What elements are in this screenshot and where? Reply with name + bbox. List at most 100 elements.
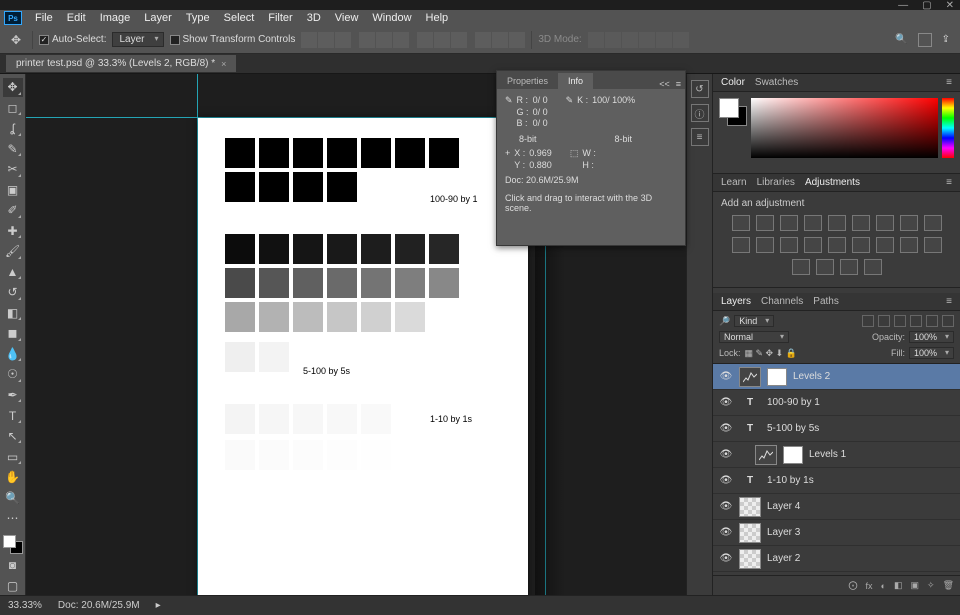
auto-select-checkbox[interactable]: ✓Auto-Select: <box>39 34 106 45</box>
edit-toolbar[interactable]: ⋯ <box>3 509 23 528</box>
panel-menu-icon[interactable]: ≡ <box>946 177 952 188</box>
tab-channels[interactable]: Channels <box>761 296 803 307</box>
search-icon[interactable]: 🔍 <box>895 34 907 45</box>
fill-value[interactable]: 100% <box>909 347 954 359</box>
layer-row[interactable]: 👁T5-100 by 5s <box>713 416 960 442</box>
shape-tool[interactable]: ▭ <box>3 447 23 466</box>
path-tool[interactable]: ↖ <box>3 427 23 446</box>
status-chevron-icon[interactable]: ▸ <box>156 600 161 611</box>
history-brush-tool[interactable]: ↺ <box>3 283 23 302</box>
tab-info[interactable]: Info <box>558 73 593 89</box>
gradient-tool[interactable]: ◼ <box>3 324 23 343</box>
visibility-icon[interactable]: 👁 <box>719 397 733 408</box>
minimize-button[interactable]: — <box>898 0 908 11</box>
menu-edit[interactable]: Edit <box>60 12 93 24</box>
menu-3d[interactable]: 3D <box>300 12 328 24</box>
menu-layer[interactable]: Layer <box>137 12 179 24</box>
brush-tool[interactable]: 🖌 <box>3 242 23 261</box>
group-icon[interactable]: ▣ <box>911 580 920 591</box>
tab-learn[interactable]: Learn <box>721 177 747 188</box>
layer-row[interactable]: 👁Levels 1 <box>713 442 960 468</box>
visibility-icon[interactable]: 👁 <box>719 501 733 512</box>
visibility-icon[interactable]: 👁 <box>719 475 733 486</box>
panel-menu-icon[interactable]: ≡ <box>676 79 681 89</box>
menu-type[interactable]: Type <box>179 12 217 24</box>
fg-bg-swatch[interactable] <box>3 535 23 554</box>
menu-image[interactable]: Image <box>93 12 138 24</box>
layers-list[interactable]: 👁Levels 2👁T100-90 by 1👁T5-100 by 5s👁Leve… <box>713 364 960 575</box>
frame-tool[interactable]: ▣ <box>3 181 23 200</box>
dock-properties-icon[interactable]: ≡ <box>691 128 709 146</box>
new-layer-icon[interactable]: ✧ <box>927 580 935 591</box>
move-tool[interactable]: ✥ <box>3 78 23 97</box>
tab-paths[interactable]: Paths <box>813 296 839 307</box>
lock-icons[interactable]: ▦ ✎ ✥ ⬇ 🔒 <box>745 348 797 359</box>
layer-mask-thumb[interactable] <box>767 368 787 386</box>
mask-icon[interactable]: ◐ <box>881 581 886 591</box>
layer-row[interactable]: 👁Layer 4 <box>713 494 960 520</box>
filter-icons[interactable] <box>862 315 954 327</box>
tab-layers[interactable]: Layers <box>721 296 751 307</box>
layer-row[interactable]: 👁Levels 2 <box>713 364 960 390</box>
dock-info-icon[interactable]: ⓘ <box>691 104 709 122</box>
workspace-icon[interactable] <box>918 33 932 47</box>
auto-select-dropdown[interactable]: Layer <box>112 32 163 47</box>
heal-tool[interactable]: ✚ <box>3 222 23 241</box>
visibility-icon[interactable]: 👁 <box>719 527 733 538</box>
maximize-button[interactable]: ▢ <box>922 0 931 11</box>
collapse-icon[interactable]: << <box>659 79 670 89</box>
layer-row[interactable]: 👁Layer 2 <box>713 546 960 572</box>
menu-view[interactable]: View <box>328 12 366 24</box>
blur-tool[interactable]: 💧 <box>3 345 23 364</box>
panel-menu-icon[interactable]: ≡ <box>946 296 952 307</box>
share-icon[interactable]: ⇪ <box>942 34 950 45</box>
quick-select-tool[interactable]: ✎ <box>3 140 23 159</box>
menu-file[interactable]: File <box>28 12 60 24</box>
eyedropper-tool[interactable]: ✐ <box>3 201 23 220</box>
visibility-icon[interactable]: 👁 <box>719 553 733 564</box>
zoom-tool[interactable]: 🔍 <box>3 488 23 507</box>
menu-select[interactable]: Select <box>217 12 262 24</box>
blend-mode-dropdown[interactable]: Normal <box>719 331 789 343</box>
lasso-tool[interactable]: ʆ <box>3 119 23 138</box>
menu-filter[interactable]: Filter <box>261 12 299 24</box>
color-fg-bg[interactable] <box>719 98 747 126</box>
filter-kind-dropdown[interactable]: Kind <box>734 315 774 327</box>
close-tab-icon[interactable]: × <box>221 59 226 69</box>
marquee-tool[interactable]: ◻ <box>3 99 23 118</box>
zoom-level[interactable]: 33.33% <box>8 600 42 611</box>
type-tool[interactable]: T <box>3 406 23 425</box>
layer-row[interactable]: 👁T1-10 by 1s <box>713 468 960 494</box>
visibility-icon[interactable]: 👁 <box>719 423 733 434</box>
visibility-icon[interactable]: 👁 <box>719 449 733 460</box>
tab-properties[interactable]: Properties <box>497 73 558 89</box>
dodge-tool[interactable]: ☉ <box>3 365 23 384</box>
tab-swatches[interactable]: Swatches <box>755 77 798 88</box>
quickmask-tool[interactable]: ◙ <box>3 556 23 575</box>
tab-color[interactable]: Color <box>721 77 745 88</box>
align-icons[interactable] <box>301 32 525 48</box>
layer-mask-thumb[interactable] <box>783 446 803 464</box>
adjustment-presets[interactable] <box>721 215 952 275</box>
dock-history-icon[interactable]: ↺ <box>691 80 709 98</box>
tab-libraries[interactable]: Libraries <box>757 177 795 188</box>
crop-tool[interactable]: ✂ <box>3 160 23 179</box>
layer-row[interactable]: 👁Layer 3 <box>713 520 960 546</box>
fx-icon[interactable]: fx <box>866 581 873 591</box>
adj-icon[interactable]: ◧ <box>894 580 903 591</box>
screenmode-tool[interactable]: ▢ <box>3 576 23 595</box>
trash-icon[interactable]: 🗑 <box>943 580 954 591</box>
link-icon[interactable]: ⨀ <box>849 580 858 591</box>
show-transform-checkbox[interactable]: Show Transform Controls <box>170 34 296 45</box>
hand-tool[interactable]: ✋ <box>3 468 23 487</box>
panel-menu-icon[interactable]: ≡ <box>946 77 952 88</box>
eraser-tool[interactable]: ◧ <box>3 304 23 323</box>
pen-tool[interactable]: ✒ <box>3 386 23 405</box>
doc-tab[interactable]: printer test.psd @ 33.3% (Levels 2, RGB/… <box>6 55 236 72</box>
visibility-icon[interactable]: 👁 <box>719 371 733 382</box>
opacity-value[interactable]: 100% <box>909 331 954 343</box>
menu-window[interactable]: Window <box>365 12 418 24</box>
tab-adjustments[interactable]: Adjustments <box>805 177 860 188</box>
stamp-tool[interactable]: ▲ <box>3 263 23 282</box>
hue-slider[interactable] <box>942 98 954 158</box>
